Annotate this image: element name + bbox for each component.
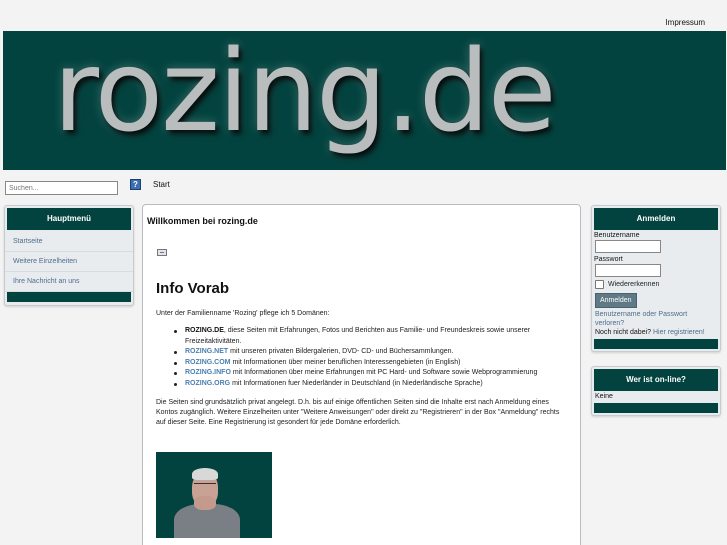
register-link[interactable]: Hier registrieren! — [653, 329, 705, 336]
impressum-link[interactable]: Impressum — [665, 18, 705, 27]
menu-item-nachricht[interactable]: Ihre Nachricht an uns — [5, 272, 133, 292]
list-item: ROZING.COM mit Informationen über meiner… — [173, 358, 573, 369]
list-item: ROZING.DE, diese Seiten mit Erfahrungen,… — [173, 326, 573, 347]
domain-text: mit unseren privaten Bildergalerien, DVD… — [228, 348, 454, 355]
online-value: Keine — [595, 393, 613, 400]
domain-text: , diese Seiten mit Erfahrungen, Fotos un… — [185, 327, 531, 345]
list-item: ROZING.ORG mit Informationen fuer Nieder… — [173, 379, 573, 390]
online-footer — [594, 403, 718, 413]
site-logo: rozing.de — [53, 31, 557, 157]
portrait-photo — [156, 452, 272, 538]
domain-link[interactable]: ROZING.COM — [185, 359, 231, 366]
photo-glasses — [194, 483, 216, 488]
no-account-text: Noch nicht dabei? — [595, 329, 652, 336]
password-field[interactable] — [595, 264, 661, 277]
search-input[interactable] — [5, 181, 118, 195]
username-field[interactable] — [595, 240, 661, 253]
menu-item-weitere-einzelheiten[interactable]: Weitere Einzelheiten — [5, 252, 133, 272]
forgot-link[interactable]: Benutzername oder Passwort verloren? — [595, 310, 717, 328]
photo-hair — [192, 468, 218, 480]
login-title: Anmelden — [594, 208, 718, 230]
email-icon[interactable] — [157, 249, 167, 256]
site-banner: rozing.de — [3, 31, 726, 170]
domain-text: mit Informationen fuer Niederländer in D… — [230, 379, 483, 387]
login-box: Anmelden Benutzername Passwort Wiedererk… — [591, 205, 721, 352]
online-title: Wer ist on-line? — [594, 369, 718, 391]
login-button[interactable]: Anmelden — [595, 293, 637, 308]
page-title: Willkommen bei rozing.de — [147, 216, 258, 226]
article-title: Info Vorab — [156, 280, 230, 297]
breadcrumb: Start — [153, 180, 170, 189]
domain-name: ROZING.DE — [185, 327, 224, 334]
list-item: ROZING.INFO mit Informationen über meine… — [173, 368, 573, 379]
register-row: Noch nicht dabei? Hier registrieren! — [595, 329, 717, 336]
remember-checkbox[interactable] — [595, 280, 604, 289]
main-menu-title: Hauptmenü — [7, 208, 131, 230]
body-paragraph: Die Seiten sind grundsätzlich privat ang… — [156, 399, 560, 426]
domain-list: ROZING.DE, diese Seiten mit Erfahrungen,… — [173, 326, 573, 389]
domain-link[interactable]: ROZING.INFO — [185, 369, 231, 376]
remember-label: Wiedererkennen — [608, 281, 660, 288]
main-content: Willkommen bei rozing.de Info Vorab Unte… — [142, 204, 581, 545]
password-label: Passwort — [594, 256, 623, 263]
remember-row: Wiedererkennen — [595, 280, 717, 289]
username-label: Benutzername — [594, 232, 640, 239]
main-menu: Hauptmenü Startseite Weitere Einzelheite… — [4, 205, 134, 306]
question-mark-icon[interactable]: ? — [130, 179, 141, 190]
photo-hands — [194, 496, 216, 510]
domain-link[interactable]: ROZING.ORG — [185, 380, 230, 387]
main-menu-footer — [7, 292, 131, 302]
login-footer — [594, 339, 718, 349]
domain-link[interactable]: ROZING.NET — [185, 348, 228, 355]
list-item: ROZING.NET mit unseren privaten Bilderga… — [173, 347, 573, 358]
intro-text: Unter der Familienname 'Rozing' pflege i… — [156, 310, 330, 317]
domain-text: mit Informationen über meine Erfahrungen… — [230, 369, 538, 376]
menu-item-startseite[interactable]: Startseite — [5, 232, 133, 252]
online-box: Wer ist on-line? Keine — [591, 366, 721, 416]
domain-text: mit Informationen über meiner berufliche… — [230, 358, 461, 366]
